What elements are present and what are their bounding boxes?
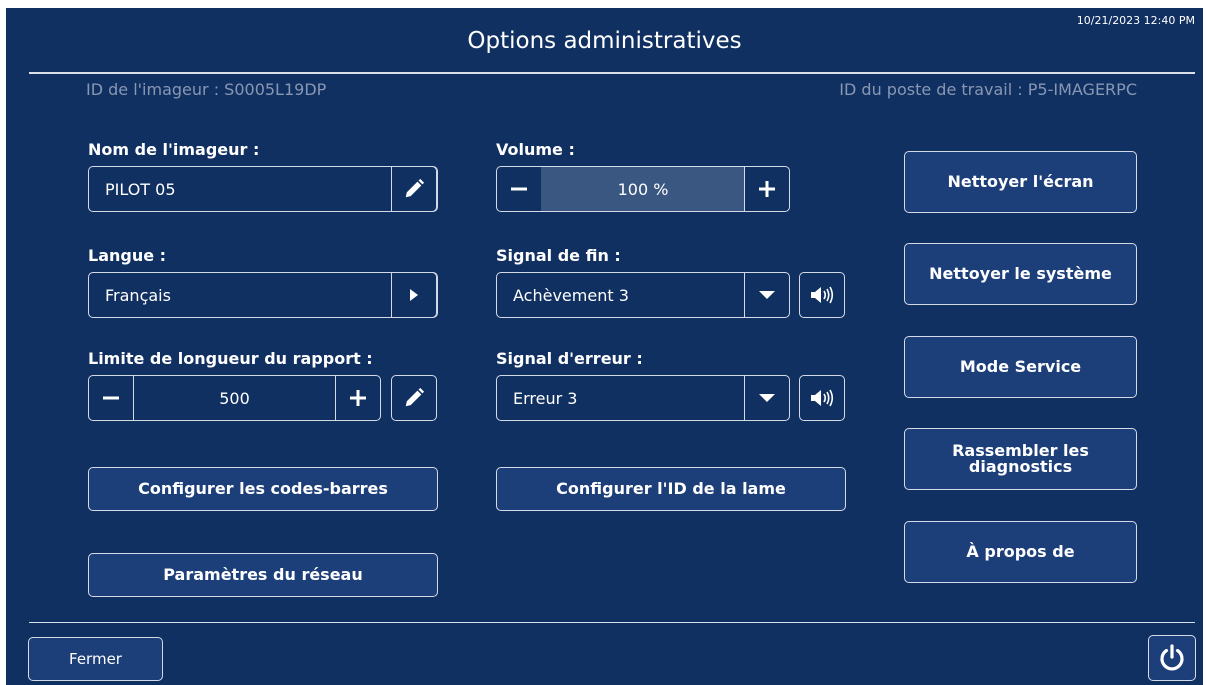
end-signal-play-button[interactable] xyxy=(799,272,845,318)
speaker-icon xyxy=(811,389,834,407)
close-button[interactable]: Fermer xyxy=(28,637,163,681)
report-limit-decrease-button[interactable] xyxy=(88,375,134,421)
caret-down-icon xyxy=(759,394,775,402)
play-arrow-icon xyxy=(410,289,418,301)
report-limit-increase-button[interactable] xyxy=(335,375,381,421)
service-mode-button[interactable]: Mode Service xyxy=(904,336,1137,398)
configure-barcodes-button[interactable]: Configurer les codes-barres xyxy=(88,467,438,511)
language-next-button[interactable] xyxy=(391,272,437,318)
imager-name-label: Nom de l'imageur : xyxy=(88,140,260,159)
header-divider xyxy=(29,72,1195,74)
imager-name-value: PILOT 05 xyxy=(105,179,176,199)
language-label: Langue : xyxy=(88,246,167,265)
end-signal-dropdown-button[interactable] xyxy=(744,272,790,318)
error-signal-play-button[interactable] xyxy=(799,375,845,421)
speaker-icon xyxy=(811,286,834,304)
imager-name-field[interactable]: PILOT 05 xyxy=(88,166,438,212)
plus-icon xyxy=(350,390,366,406)
footer-divider xyxy=(29,622,1195,623)
network-settings-button[interactable]: Paramètres du réseau xyxy=(88,553,438,597)
volume-increase-button[interactable] xyxy=(744,166,790,212)
edit-imager-name-button[interactable] xyxy=(391,166,437,212)
gather-diagnostics-button[interactable]: Rassembler les diagnostics xyxy=(904,428,1137,490)
error-signal-label: Signal d'erreur : xyxy=(496,349,643,368)
volume-value: 100 % xyxy=(541,166,745,212)
caret-down-icon xyxy=(759,291,775,299)
edit-report-limit-button[interactable] xyxy=(391,375,437,421)
datetime: 10/21/2023 12:40 PM xyxy=(1076,14,1195,27)
power-icon xyxy=(1160,644,1184,671)
configure-slide-id-button[interactable]: Configurer l'ID de la lame xyxy=(496,467,846,511)
imager-id-text: ID de l'imageur : S0005L19DP xyxy=(86,80,327,99)
admin-options-screen: 10/21/2023 12:40 PM Options administrati… xyxy=(6,8,1203,685)
report-limit-label: Limite de longueur du rapport : xyxy=(88,349,373,368)
plus-icon xyxy=(759,181,775,197)
pencil-icon xyxy=(405,178,425,198)
volume-decrease-button[interactable] xyxy=(496,166,542,212)
clean-screen-button[interactable]: Nettoyer l'écran xyxy=(904,151,1137,213)
volume-label: Volume : xyxy=(496,140,575,159)
minus-icon xyxy=(103,396,119,400)
page-title: Options administratives xyxy=(467,28,742,54)
error-signal-dropdown-button[interactable] xyxy=(744,375,790,421)
report-limit-value: 500 xyxy=(133,375,336,421)
end-signal-label: Signal de fin : xyxy=(496,246,621,265)
language-field[interactable]: Français xyxy=(88,272,438,318)
clean-system-button[interactable]: Nettoyer le système xyxy=(904,243,1137,305)
minus-icon xyxy=(511,187,527,191)
workstation-id-text: ID du poste de travail : P5-IMAGERPC xyxy=(839,80,1137,99)
pencil-icon xyxy=(405,387,425,407)
power-button[interactable] xyxy=(1148,635,1196,681)
language-value: Français xyxy=(105,285,171,305)
about-button[interactable]: À propos de xyxy=(904,521,1137,583)
